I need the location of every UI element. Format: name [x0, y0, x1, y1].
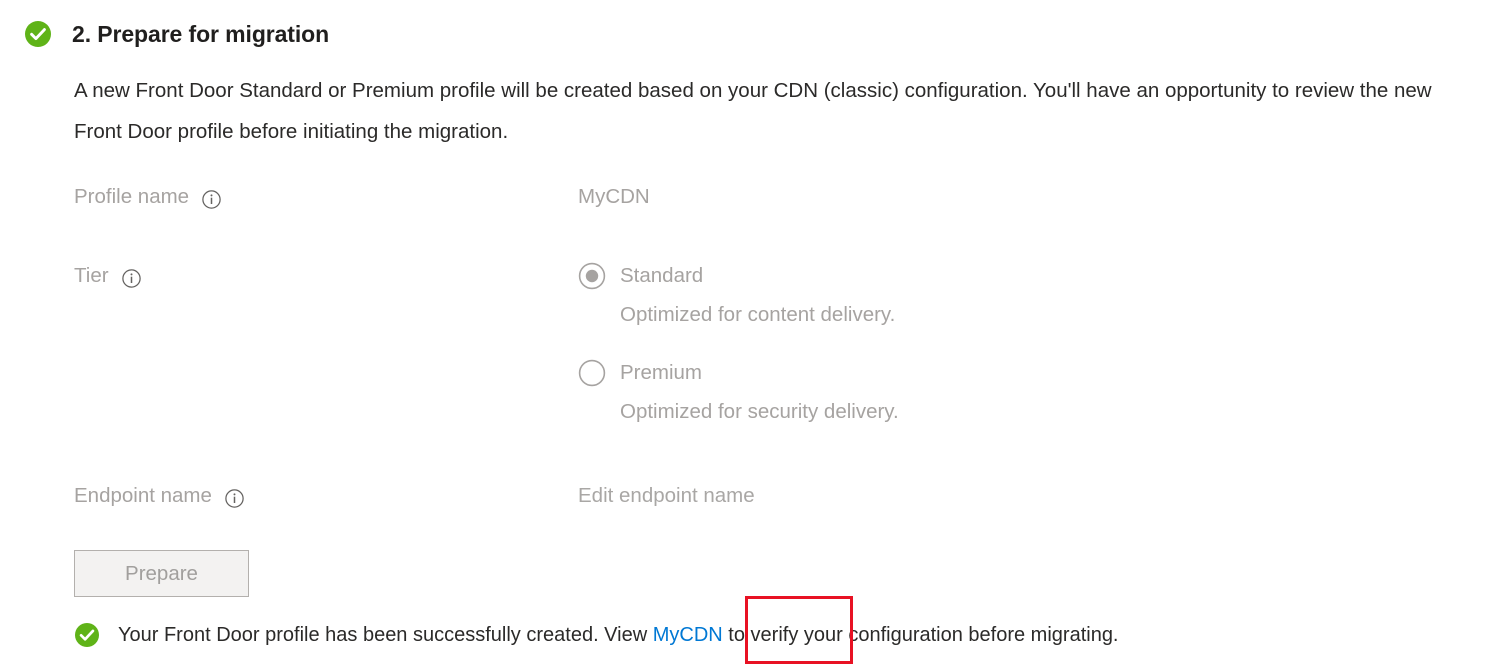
- tier-option-standard[interactable]: Standard Optimized for content delivery.: [578, 261, 899, 330]
- status-message: Your Front Door profile has been success…: [74, 620, 1119, 650]
- page-title: 2. Prepare for migration: [72, 20, 330, 47]
- tier-option-standard-label: Standard: [620, 264, 704, 287]
- status-text-after: to verify your configuration before migr…: [728, 624, 1119, 646]
- tier-option-premium[interactable]: Premium Optimized for security delivery.: [578, 358, 899, 427]
- green-check-circle-icon: [24, 20, 52, 48]
- status-text: Your Front Door profile has been success…: [118, 620, 1119, 650]
- status-text-before: Your Front Door profile has been success…: [118, 624, 648, 646]
- profile-name-label: Profile name: [74, 185, 190, 208]
- step-description: A new Front Door Standard or Premium pro…: [74, 79, 1432, 143]
- radio-unselected-icon[interactable]: [578, 359, 606, 387]
- green-check-circle-icon: [74, 622, 100, 648]
- radio-selected-icon[interactable]: [578, 262, 606, 290]
- tier-option-premium-description: Optimized for security delivery.: [620, 400, 899, 423]
- mycdn-link[interactable]: MyCDN: [653, 624, 723, 646]
- tier-label-group: Tier: [74, 261, 578, 291]
- tier-option-premium-label: Premium: [620, 361, 703, 384]
- tier-option-standard-description: Optimized for content delivery.: [620, 303, 896, 326]
- prepare-for-migration-panel: 2. Prepare for migration A new Front Doo…: [0, 0, 1500, 670]
- tier-option-premium-text: Premium Optimized for security delivery.: [620, 358, 899, 427]
- info-circle-icon[interactable]: [202, 188, 221, 209]
- profile-name-row: Profile name MyCDN: [74, 182, 650, 212]
- step-header: 2. Prepare for migration: [24, 20, 329, 48]
- tier-label: Tier: [74, 264, 109, 287]
- prepare-button[interactable]: Prepare: [74, 550, 249, 597]
- radio-spacer: [578, 330, 899, 358]
- profile-name-label-group: Profile name: [74, 182, 578, 212]
- edit-endpoint-name-link[interactable]: Edit endpoint name: [578, 481, 755, 511]
- tier-row: Tier Standard Optimized for content deli…: [74, 261, 899, 427]
- tier-option-standard-text: Standard Optimized for content delivery.: [620, 261, 895, 330]
- endpoint-name-row: Endpoint name Edit endpoint name: [74, 481, 755, 511]
- tier-radio-group: Standard Optimized for content delivery.…: [578, 261, 899, 427]
- endpoint-name-label-group: Endpoint name: [74, 481, 578, 511]
- endpoint-name-label: Endpoint name: [74, 484, 212, 507]
- info-circle-icon[interactable]: [121, 267, 141, 288]
- profile-name-value: MyCDN: [578, 185, 650, 208]
- info-circle-icon[interactable]: [225, 487, 244, 508]
